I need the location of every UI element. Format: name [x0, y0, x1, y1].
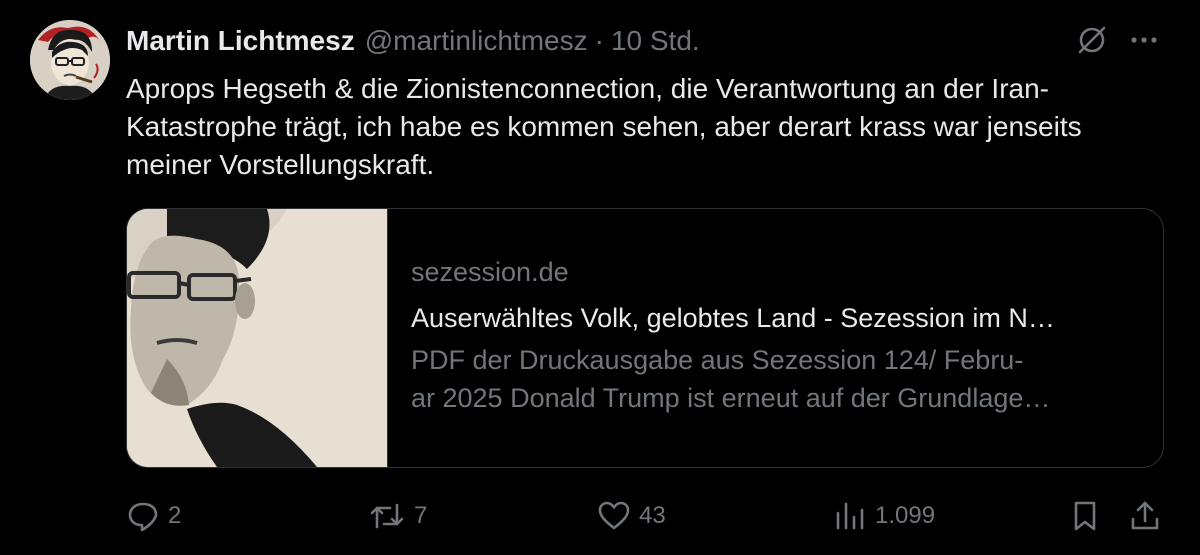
bookmark-icon [1068, 499, 1102, 533]
card-title: Auserwähltes Volk, gelobtes Land - Sezes… [411, 303, 1055, 333]
avatar[interactable] [30, 20, 110, 100]
author-name[interactable]: Martin Lichtmesz [126, 25, 355, 57]
reply-button[interactable]: 2 [126, 494, 181, 538]
avatar-image [30, 20, 110, 100]
like-count: 43 [639, 502, 666, 529]
action-bar: 2 7 43 1.099 [0, 494, 1200, 538]
timestamp[interactable]: 10 Std. [611, 25, 700, 57]
share-button[interactable] [1128, 494, 1162, 538]
repost-icon [368, 499, 406, 533]
card-thumbnail [127, 209, 388, 467]
author-handle[interactable]: @martinlichtmesz [365, 25, 588, 57]
card-domain: sezession.de [411, 257, 569, 287]
reply-count: 2 [168, 502, 182, 529]
views-icon [833, 499, 867, 533]
more-icon[interactable] [1124, 22, 1164, 58]
share-icon [1128, 499, 1162, 533]
card-description: PDF der Druckausgabe aus Sezession 124/ … [411, 341, 1141, 417]
card-description-line-1: PDF der Druckausgabe aus Sezession 124/ … [411, 345, 1024, 375]
like-button[interactable]: 43 [597, 494, 666, 538]
tweet-header: Martin Lichtmesz @martinlichtmesz · 10 S… [126, 24, 700, 58]
bookmark-button[interactable] [1068, 494, 1102, 538]
tweet-text: Aprops Hegseth & die Zionistenconnection… [126, 73, 1082, 180]
card-body: sezession.de Auserwähltes Volk, gelobtes… [411, 255, 1141, 417]
card-description-line-2: ar 2025 Donald Trump ist erneut auf der … [411, 383, 1051, 413]
grok-icon[interactable] [1074, 22, 1110, 58]
like-icon [597, 499, 631, 533]
views-button[interactable]: 1.099 [833, 494, 935, 538]
views-count: 1.099 [875, 502, 936, 529]
link-card[interactable]: sezession.de Auserwähltes Volk, gelobtes… [126, 208, 1164, 468]
repost-button[interactable]: 7 [368, 494, 427, 538]
separator-dot: · [594, 25, 604, 56]
repost-count: 7 [414, 502, 428, 529]
reply-icon [126, 499, 160, 533]
